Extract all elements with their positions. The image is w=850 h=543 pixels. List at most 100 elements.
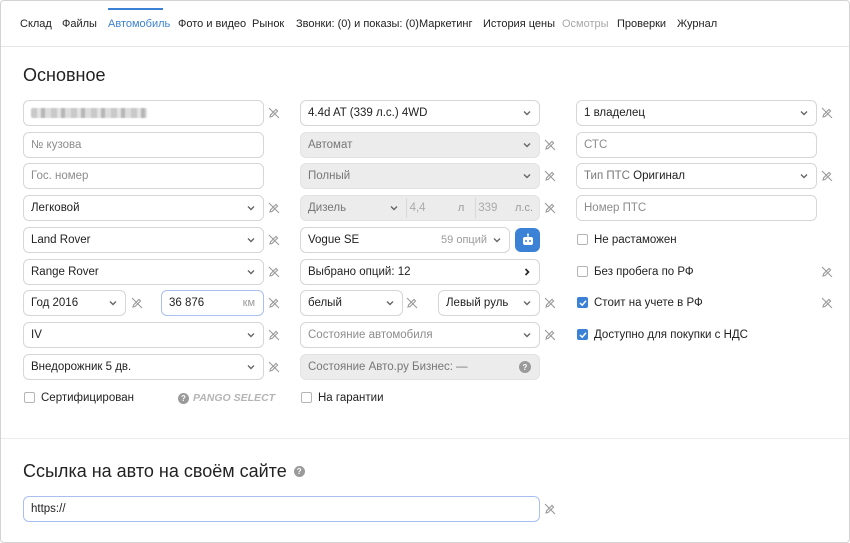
pen-slash-icon[interactable]	[268, 297, 280, 309]
color-value: белый	[308, 297, 342, 309]
chevron-down-icon	[247, 270, 255, 275]
category-select[interactable]: Легковой	[23, 195, 264, 221]
business-condition-field: Состояние Авто.ру Бизнес: —?	[300, 354, 540, 380]
chevron-down-icon	[247, 333, 255, 338]
tab-calls-views[interactable]: Звонки: (0) и показы: (0)	[296, 18, 419, 30]
chevron-down-icon	[523, 333, 531, 338]
body-number-placeholder: № кузова	[31, 139, 82, 151]
year-select[interactable]: Год 2016	[23, 290, 126, 316]
pen-slash-icon[interactable]	[544, 503, 556, 515]
steering-value: Левый руль	[446, 297, 509, 309]
transmission-value: Автомат	[308, 139, 353, 151]
tab-market[interactable]: Рынок	[252, 18, 284, 30]
make-value: Land Rover	[31, 234, 91, 246]
pen-slash-icon[interactable]	[544, 297, 556, 309]
chevron-right-icon	[524, 268, 530, 276]
sts-placeholder: СТС	[584, 139, 608, 151]
color-select[interactable]: белый	[300, 290, 403, 316]
pen-slash-icon[interactable]	[544, 139, 556, 151]
certified-checkbox[interactable]	[24, 392, 35, 403]
category-value: Легковой	[31, 202, 80, 214]
pts-number-placeholder: Номер ПТС	[584, 202, 647, 214]
pen-slash-icon[interactable]	[544, 170, 556, 182]
engine-power-value: 339	[478, 202, 498, 214]
body-number-input[interactable]: № кузова	[23, 132, 264, 158]
mileage-value: 36 876	[169, 297, 205, 309]
vin-input[interactable]	[23, 100, 264, 126]
options-selected-value: Выбрано опций: 12	[308, 266, 411, 278]
vat-label: Доступно для покупки с НДС	[594, 329, 748, 341]
trim-options-count: 59 опций	[441, 234, 487, 246]
active-tab-indicator	[108, 8, 163, 10]
chevron-down-icon	[390, 206, 398, 211]
tab-marketing[interactable]: Маркетинг	[419, 18, 472, 30]
pen-slash-icon[interactable]	[268, 107, 280, 119]
pen-slash-icon[interactable]	[268, 266, 280, 278]
pen-slash-icon[interactable]	[821, 266, 833, 278]
warranty-checkbox[interactable]	[301, 392, 312, 403]
modification-select[interactable]: 4.4d AT (339 л.с.) 4WD	[300, 100, 540, 126]
pen-slash-icon[interactable]	[544, 202, 556, 214]
chevron-down-icon	[247, 206, 255, 211]
pen-slash-icon[interactable]	[268, 234, 280, 246]
tab-car[interactable]: Автомобиль	[108, 18, 170, 30]
pen-slash-icon[interactable]	[268, 202, 280, 214]
chevron-down-icon	[800, 174, 808, 179]
site-link-input[interactable]: https://	[23, 496, 540, 522]
tab-photo-video[interactable]: Фото и видео	[178, 18, 246, 30]
drive-value: Полный	[308, 170, 351, 182]
condition-select[interactable]: Состояние автомобиля	[300, 322, 540, 348]
mileage-input[interactable]: 36 876 км	[161, 290, 264, 316]
chevron-down-icon	[523, 111, 531, 116]
tab-journal[interactable]: Журнал	[677, 18, 717, 30]
engine-volume-unit: л	[457, 202, 465, 214]
make-select[interactable]: Land Rover	[23, 227, 264, 253]
pen-slash-icon[interactable]	[821, 297, 833, 309]
question-icon[interactable]: ?	[293, 466, 305, 477]
pts-type-value: Оригинал	[633, 170, 686, 182]
chevron-down-icon	[800, 111, 808, 116]
pango-select-badge: ? PANGO SELECT	[178, 392, 275, 404]
tab-price-history[interactable]: История цены	[483, 18, 555, 30]
pen-slash-icon[interactable]	[821, 170, 833, 182]
transmission-select: Автомат	[300, 132, 540, 158]
robot-assistant-button[interactable]	[515, 228, 540, 252]
options-selector[interactable]: Выбрано опций: 12	[300, 259, 540, 285]
pts-type-select[interactable]: Тип ПТС Оригинал	[576, 163, 817, 189]
question-icon[interactable]: ?	[519, 361, 531, 373]
no-mileage-rf-checkbox[interactable]	[577, 266, 588, 277]
model-select[interactable]: Range Rover	[23, 259, 264, 285]
drive-select: Полный	[300, 163, 540, 189]
checkmark-icon	[579, 300, 587, 307]
body-type-value: Внедорожник 5 дв.	[31, 361, 132, 373]
generation-select[interactable]: IV	[23, 322, 264, 348]
owners-select[interactable]: 1 владелец	[576, 100, 817, 126]
pen-slash-icon[interactable]	[821, 107, 833, 119]
pts-number-input[interactable]: Номер ПТС	[576, 195, 817, 221]
body-type-select[interactable]: Внедорожник 5 дв.	[23, 354, 264, 380]
generation-value: IV	[31, 329, 42, 341]
tab-warehouse[interactable]: Склад	[20, 18, 52, 30]
registered-rf-label: Стоит на учете в РФ	[594, 297, 703, 309]
trim-select[interactable]: Vogue SE 59 опций	[300, 227, 510, 253]
section-title-link: Ссылка на авто на своём сайте	[23, 461, 287, 481]
pen-slash-icon[interactable]	[268, 361, 280, 373]
steering-select[interactable]: Левый руль	[438, 290, 540, 316]
link-section-header: Ссылка на авто на своём сайте ?	[23, 461, 309, 482]
plate-input[interactable]: Гос. номер	[23, 163, 264, 189]
registered-rf-checkbox[interactable]	[577, 297, 588, 308]
pen-slash-icon[interactable]	[406, 297, 418, 309]
chevron-down-icon	[247, 365, 255, 370]
pen-slash-icon[interactable]	[131, 297, 143, 309]
chevron-down-icon	[523, 174, 531, 179]
sts-input[interactable]: СТС	[576, 132, 817, 158]
tab-files[interactable]: Файлы	[62, 18, 97, 30]
certified-label: Сертифицирован	[41, 392, 134, 404]
vat-checkbox[interactable]	[577, 329, 588, 340]
not-cleared-checkbox[interactable]	[577, 234, 588, 245]
tab-checks[interactable]: Проверки	[617, 18, 666, 30]
no-mileage-rf-label: Без пробега по РФ	[594, 266, 694, 278]
model-value: Range Rover	[31, 266, 99, 278]
pen-slash-icon[interactable]	[268, 329, 280, 341]
pen-slash-icon[interactable]	[544, 329, 556, 341]
